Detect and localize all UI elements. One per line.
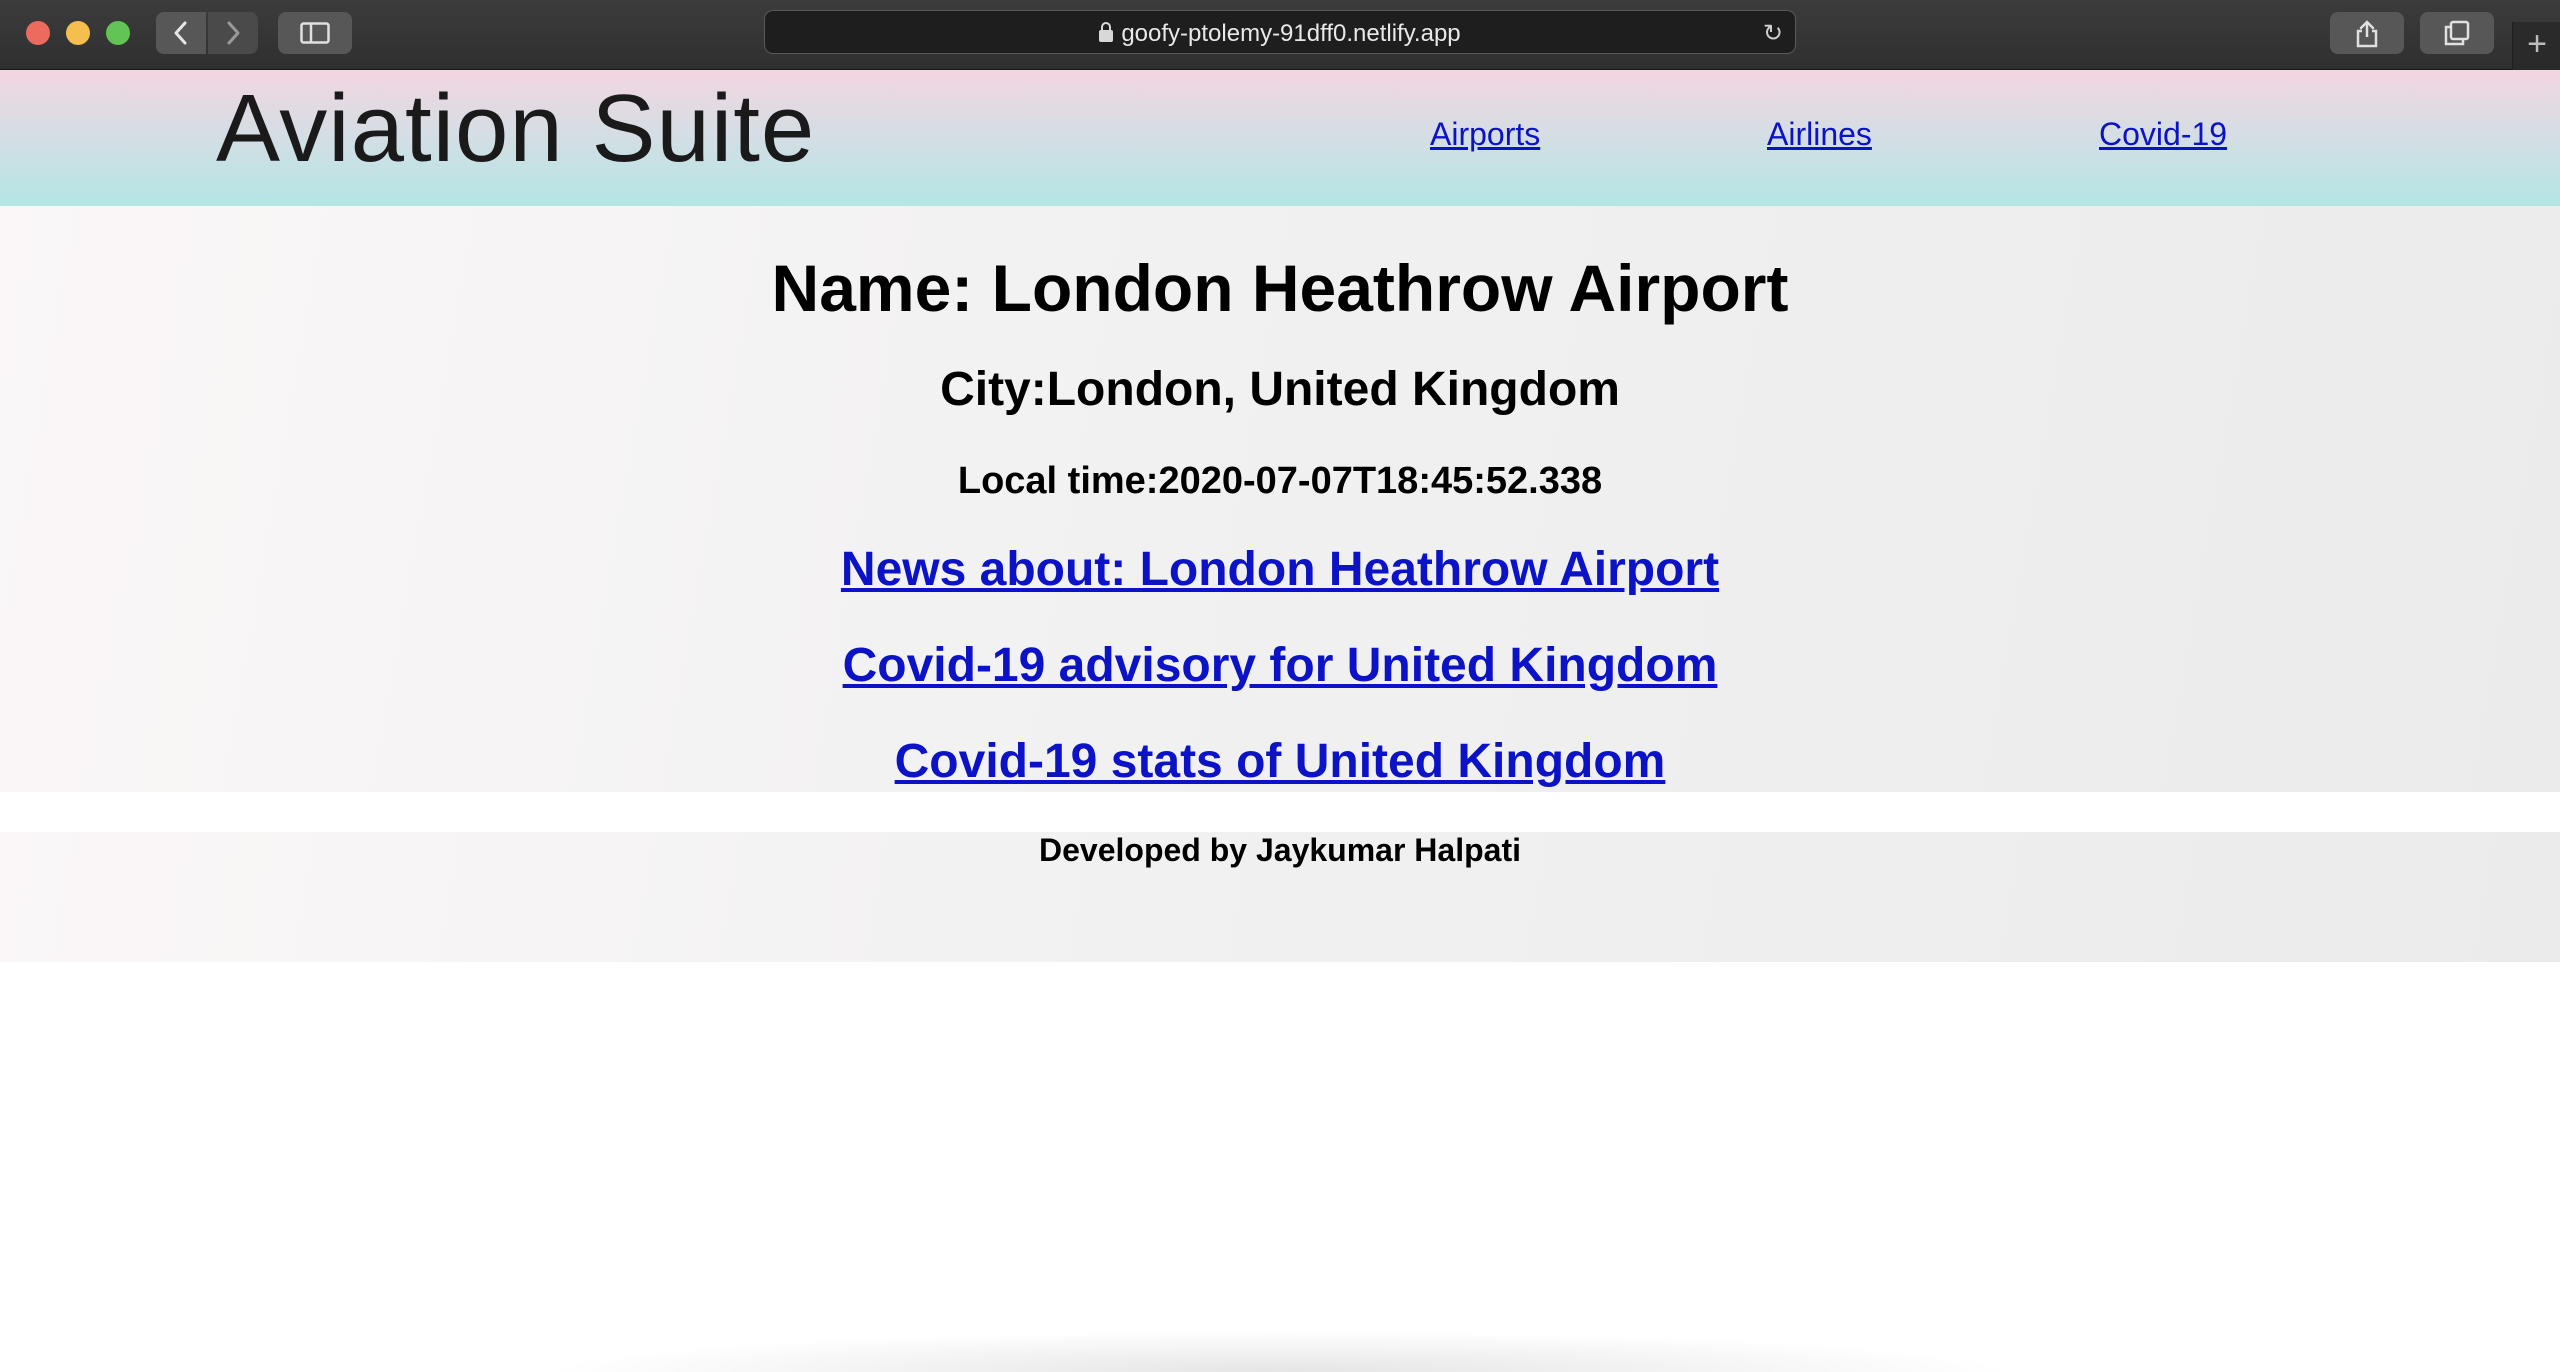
site-header: Aviation Suite Airports Airlines Covid-1…: [0, 70, 2560, 206]
footer-credit: Developed by Jaykumar Halpati: [1039, 832, 1521, 868]
url-text: goofy-ptolemy-91dff0.netlify.app: [1121, 20, 1461, 47]
maximize-window-button[interactable]: [106, 21, 130, 45]
site-footer: Developed by Jaykumar Halpati: [0, 832, 2560, 962]
tabs-overview-icon: [2444, 20, 2470, 46]
airport-news-link[interactable]: News about: London Heathrow Airport: [841, 543, 1719, 596]
site-brand: Aviation Suite: [216, 75, 816, 182]
new-tab-button[interactable]: +: [2512, 22, 2560, 70]
browser-toolbar: goofy-ptolemy-91dff0.netlify.app ↻ +: [0, 0, 2560, 70]
sidebar-toggle-button[interactable]: [278, 12, 352, 54]
chevron-left-icon: [174, 21, 187, 45]
share-icon: [2356, 20, 2378, 48]
address-bar-content: goofy-ptolemy-91dff0.netlify.app: [765, 20, 1795, 48]
stats-link-row: Covid-19 stats of United Kingdom: [0, 734, 2560, 789]
covid-stats-link[interactable]: Covid-19 stats of United Kingdom: [895, 735, 1666, 788]
sidebar-icon: [300, 22, 330, 44]
advisory-link-row: Covid-19 advisory for United Kingdom: [0, 638, 2560, 693]
plus-icon: +: [2527, 25, 2547, 63]
minimize-window-button[interactable]: [66, 21, 90, 45]
airport-city: City:London, United Kingdom: [940, 363, 1620, 416]
covid-advisory-link[interactable]: Covid-19 advisory for United Kingdom: [843, 639, 1718, 692]
nav-link-covid-19[interactable]: Covid-19: [2099, 116, 2227, 153]
back-button[interactable]: [156, 12, 206, 54]
forward-button[interactable]: [208, 12, 258, 54]
tab-overview-button[interactable]: [2420, 12, 2494, 54]
airport-name: Name: London Heathrow Airport: [771, 251, 1789, 325]
news-link-row: News about: London Heathrow Airport: [0, 542, 2560, 597]
bottom-shadow: [540, 1330, 2020, 1372]
close-window-button[interactable]: [26, 21, 50, 45]
chevron-right-icon: [227, 21, 240, 45]
nav-link-airlines[interactable]: Airlines: [1767, 116, 1872, 153]
nav-link-airports[interactable]: Airports: [1430, 116, 1540, 153]
airport-local-time: Local time:2020-07-07T18:45:52.338: [957, 460, 1603, 502]
lock-icon: [1099, 22, 1114, 42]
reload-icon[interactable]: ↻: [1763, 19, 1783, 48]
web-page: Aviation Suite Airports Airlines Covid-1…: [0, 70, 2560, 1372]
address-bar[interactable]: goofy-ptolemy-91dff0.netlify.app ↻: [764, 10, 1796, 54]
share-button[interactable]: [2330, 12, 2404, 54]
airport-details: Name: London Heathrow Airport City:Londo…: [0, 206, 2560, 792]
